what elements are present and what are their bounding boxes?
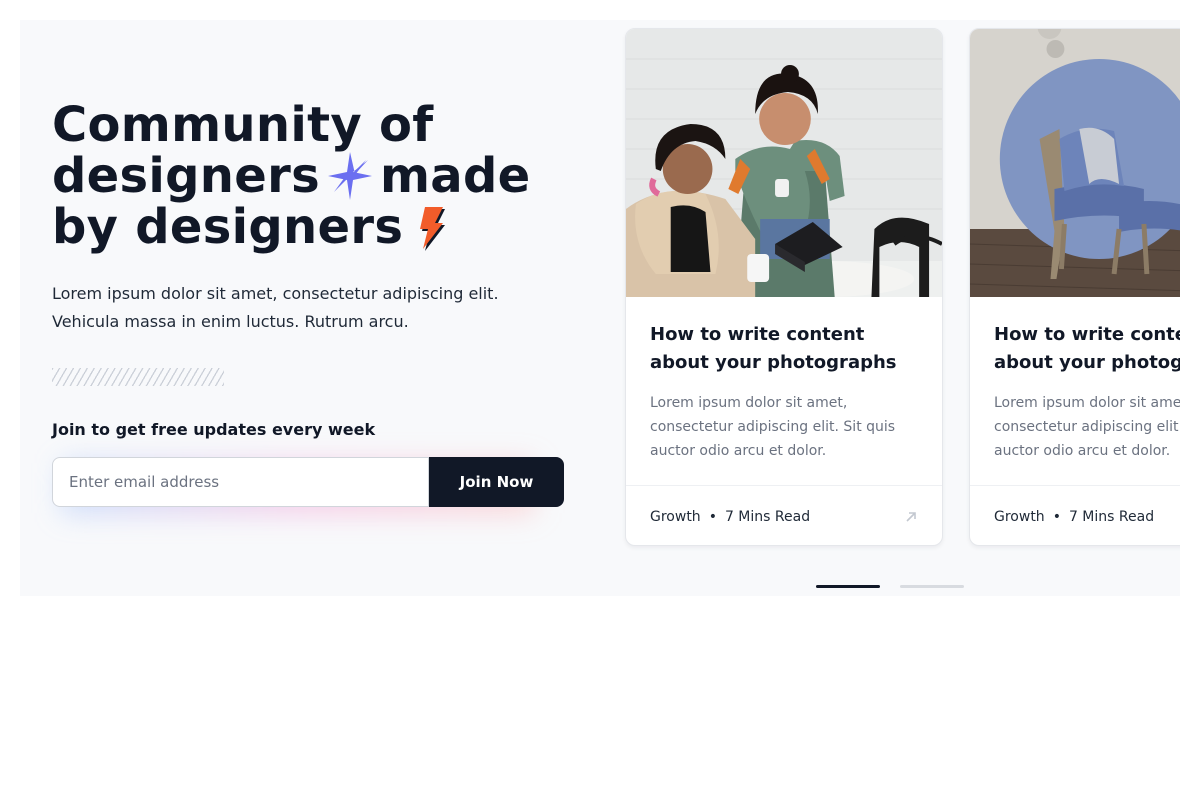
article-card[interactable]: How to write content about your photogra… (969, 28, 1180, 546)
card-title[interactable]: How to write content about your photogra… (994, 321, 1180, 377)
headline-line-1: Community of (52, 97, 434, 153)
signup-form: Join Now (52, 457, 564, 507)
decorative-hatch-divider (52, 368, 224, 386)
carousel-pagination (816, 585, 964, 588)
card-title-line-2: about your photographs (650, 352, 897, 373)
headline-line-2: designers made (52, 150, 582, 202)
card-excerpt: Lorem ipsum dolor sit amet, consectetur … (994, 395, 1180, 459)
sparkle-icon (327, 152, 372, 200)
card-category: Growth (650, 508, 701, 525)
card-body: How to write content about your photogra… (970, 297, 1180, 485)
card-footer: Growth • 7 Mins Read (626, 485, 942, 545)
hero-left: Community of designers made by designers … (52, 100, 582, 507)
carousel-page-1-indicator[interactable] (816, 585, 880, 588)
article-image-two-women-laptop (626, 29, 942, 297)
card-meta-separator: • (1052, 508, 1061, 525)
card-footer: Growth • 7 Mins Read (970, 485, 1180, 545)
card-meta-separator: • (708, 508, 717, 525)
card-excerpt: Lorem ipsum dolor sit amet, consectetur … (650, 395, 896, 459)
card-title-line-2: about your photographs (994, 352, 1180, 373)
hero-section: Community of designers made by designers … (20, 20, 1180, 596)
card-read-time: 7 Mins Read (1068, 508, 1155, 525)
headline-word-designers: designers (52, 148, 320, 204)
headline-line-3-text: by designers (52, 199, 404, 255)
card-title-line-1: How to write content (994, 324, 1180, 345)
headline-line-3: by designers (52, 202, 582, 252)
cta-label: Join to get free updates every week (52, 420, 376, 439)
carousel-page-2-indicator[interactable] (900, 585, 964, 588)
arrow-up-right-icon[interactable] (904, 510, 918, 524)
card-title-line-1: How to write content (650, 324, 865, 345)
card-title[interactable]: How to write content about your photogra… (650, 321, 918, 377)
hero-headline: Community of designers made by designers (52, 100, 582, 252)
lightning-bolt-icon (420, 207, 446, 251)
article-card[interactable]: How to write content about your photogra… (625, 28, 943, 546)
article-image-blue-armchair (970, 29, 1180, 297)
join-now-button[interactable]: Join Now (429, 457, 564, 507)
card-read-time: 7 Mins Read (724, 508, 811, 525)
card-category: Growth (994, 508, 1045, 525)
hero-description: Lorem ipsum dolor sit amet, consectetur … (52, 284, 499, 331)
email-input[interactable] (52, 457, 429, 507)
card-body: How to write content about your photogra… (626, 297, 942, 485)
headline-word-made: made (379, 148, 531, 204)
